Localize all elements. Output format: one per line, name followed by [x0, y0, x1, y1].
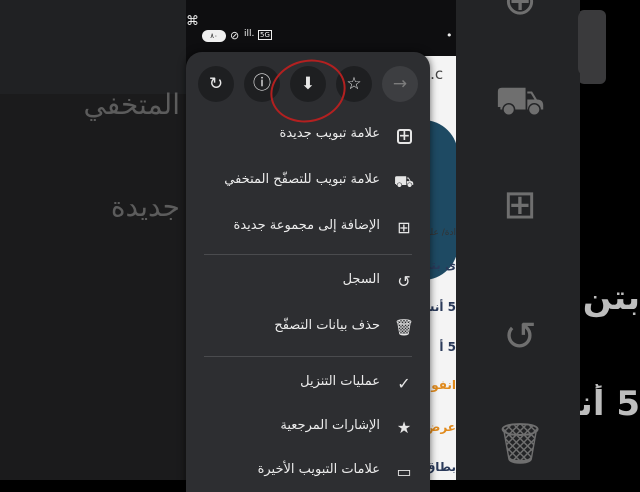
menu-item-label: السجل	[342, 272, 380, 287]
menu-item-label: علامة تبويب جديدة	[279, 126, 380, 141]
menu-toolbar: ↻ ⓘ ⬇ ☆ →	[186, 52, 430, 131]
new-tab-icon: +	[396, 128, 412, 144]
background-bookmark-icon: ⊕	[503, 0, 537, 24]
menu-divider	[204, 254, 412, 255]
background-left-text-1: المتخفي	[83, 88, 180, 121]
menu-item-label: عمليات التنزيل	[300, 374, 380, 389]
background-tab-group-icon: ⊞	[503, 182, 537, 228]
signal-icon: ill.	[244, 29, 255, 39]
page-text-5: انفو	[431, 378, 456, 392]
menu-item-recent-tabs[interactable]: علامات التبويب الأخيرة ▭	[186, 454, 430, 490]
network-badge: 5G	[258, 30, 272, 40]
menu-divider	[204, 356, 412, 357]
menu-item-label: حذف بيانات التصفّح	[274, 318, 380, 333]
background-far-right: بتن 5 أنشطة	[580, 0, 640, 480]
background-left-toolbar	[0, 0, 186, 94]
menu-item-history[interactable]: السجل ↺	[186, 264, 430, 300]
forward-icon[interactable]: →	[382, 66, 418, 102]
background-left-blur: المتخفي جديدة	[0, 0, 186, 480]
background-card	[580, 10, 606, 84]
dnd-icon: ⊘	[230, 29, 240, 42]
page-text-4: 5 أ	[439, 340, 456, 354]
status-dot-icon: •	[446, 29, 453, 42]
menu-item-label: علامات التبويب الأخيرة	[257, 462, 380, 477]
downloads-check-icon: ✓	[397, 374, 411, 393]
menu-item-label: علامة تبويب للتصفّح المتخفي	[224, 172, 380, 187]
chrome-overflow-menu: ↻ ⓘ ⬇ ☆ → علامة تبويب جديدة + علامة تبوي…	[186, 52, 430, 492]
menu-item-new-tab[interactable]: علامة تبويب جديدة +	[186, 118, 430, 154]
status-bar: ٨٠ ⊘ ill. 5G •	[186, 24, 456, 48]
menu-item-incognito-tab[interactable]: علامة تبويب للتصفّح المتخفي ⛟	[186, 164, 430, 200]
menu-item-bookmarks[interactable]: الإشارات المرجعية ★	[186, 410, 430, 446]
recent-tabs-icon: ▭	[396, 462, 412, 481]
trash-icon: 🗑	[393, 318, 415, 337]
bookmark-star-icon: ★	[396, 418, 412, 437]
tab-group-icon: ⊞	[397, 218, 411, 237]
background-right-blur: ⊕ ⛟ ⊞ ↺ 🗑	[456, 0, 580, 480]
menu-item-downloads[interactable]: عمليات التنزيل ✓	[186, 366, 430, 402]
background-left-text-2: جديدة	[110, 190, 180, 223]
menu-item-add-to-group[interactable]: الإضافة إلى مجموعة جديدة ⊞	[186, 210, 430, 246]
battery-pill: ٨٠	[202, 30, 226, 42]
refresh-icon[interactable]: ↻	[198, 66, 234, 102]
menu-item-clear-data[interactable]: حذف بيانات التصفّح 🗑	[186, 310, 430, 346]
menu-item-label: الإضافة إلى مجموعة جديدة	[233, 218, 380, 233]
background-right-text-2: 5 أنشطة	[580, 384, 640, 424]
menu-item-label: الإشارات المرجعية	[280, 418, 380, 433]
background-right-text-1: بتن	[582, 278, 640, 318]
background-trash-icon: 🗑	[494, 421, 546, 467]
background-incognito-icon: ⛟	[494, 78, 546, 124]
history-icon: ↺	[397, 272, 411, 291]
background-history-icon: ↺	[503, 314, 537, 360]
incognito-icon: ⛟	[393, 172, 415, 191]
